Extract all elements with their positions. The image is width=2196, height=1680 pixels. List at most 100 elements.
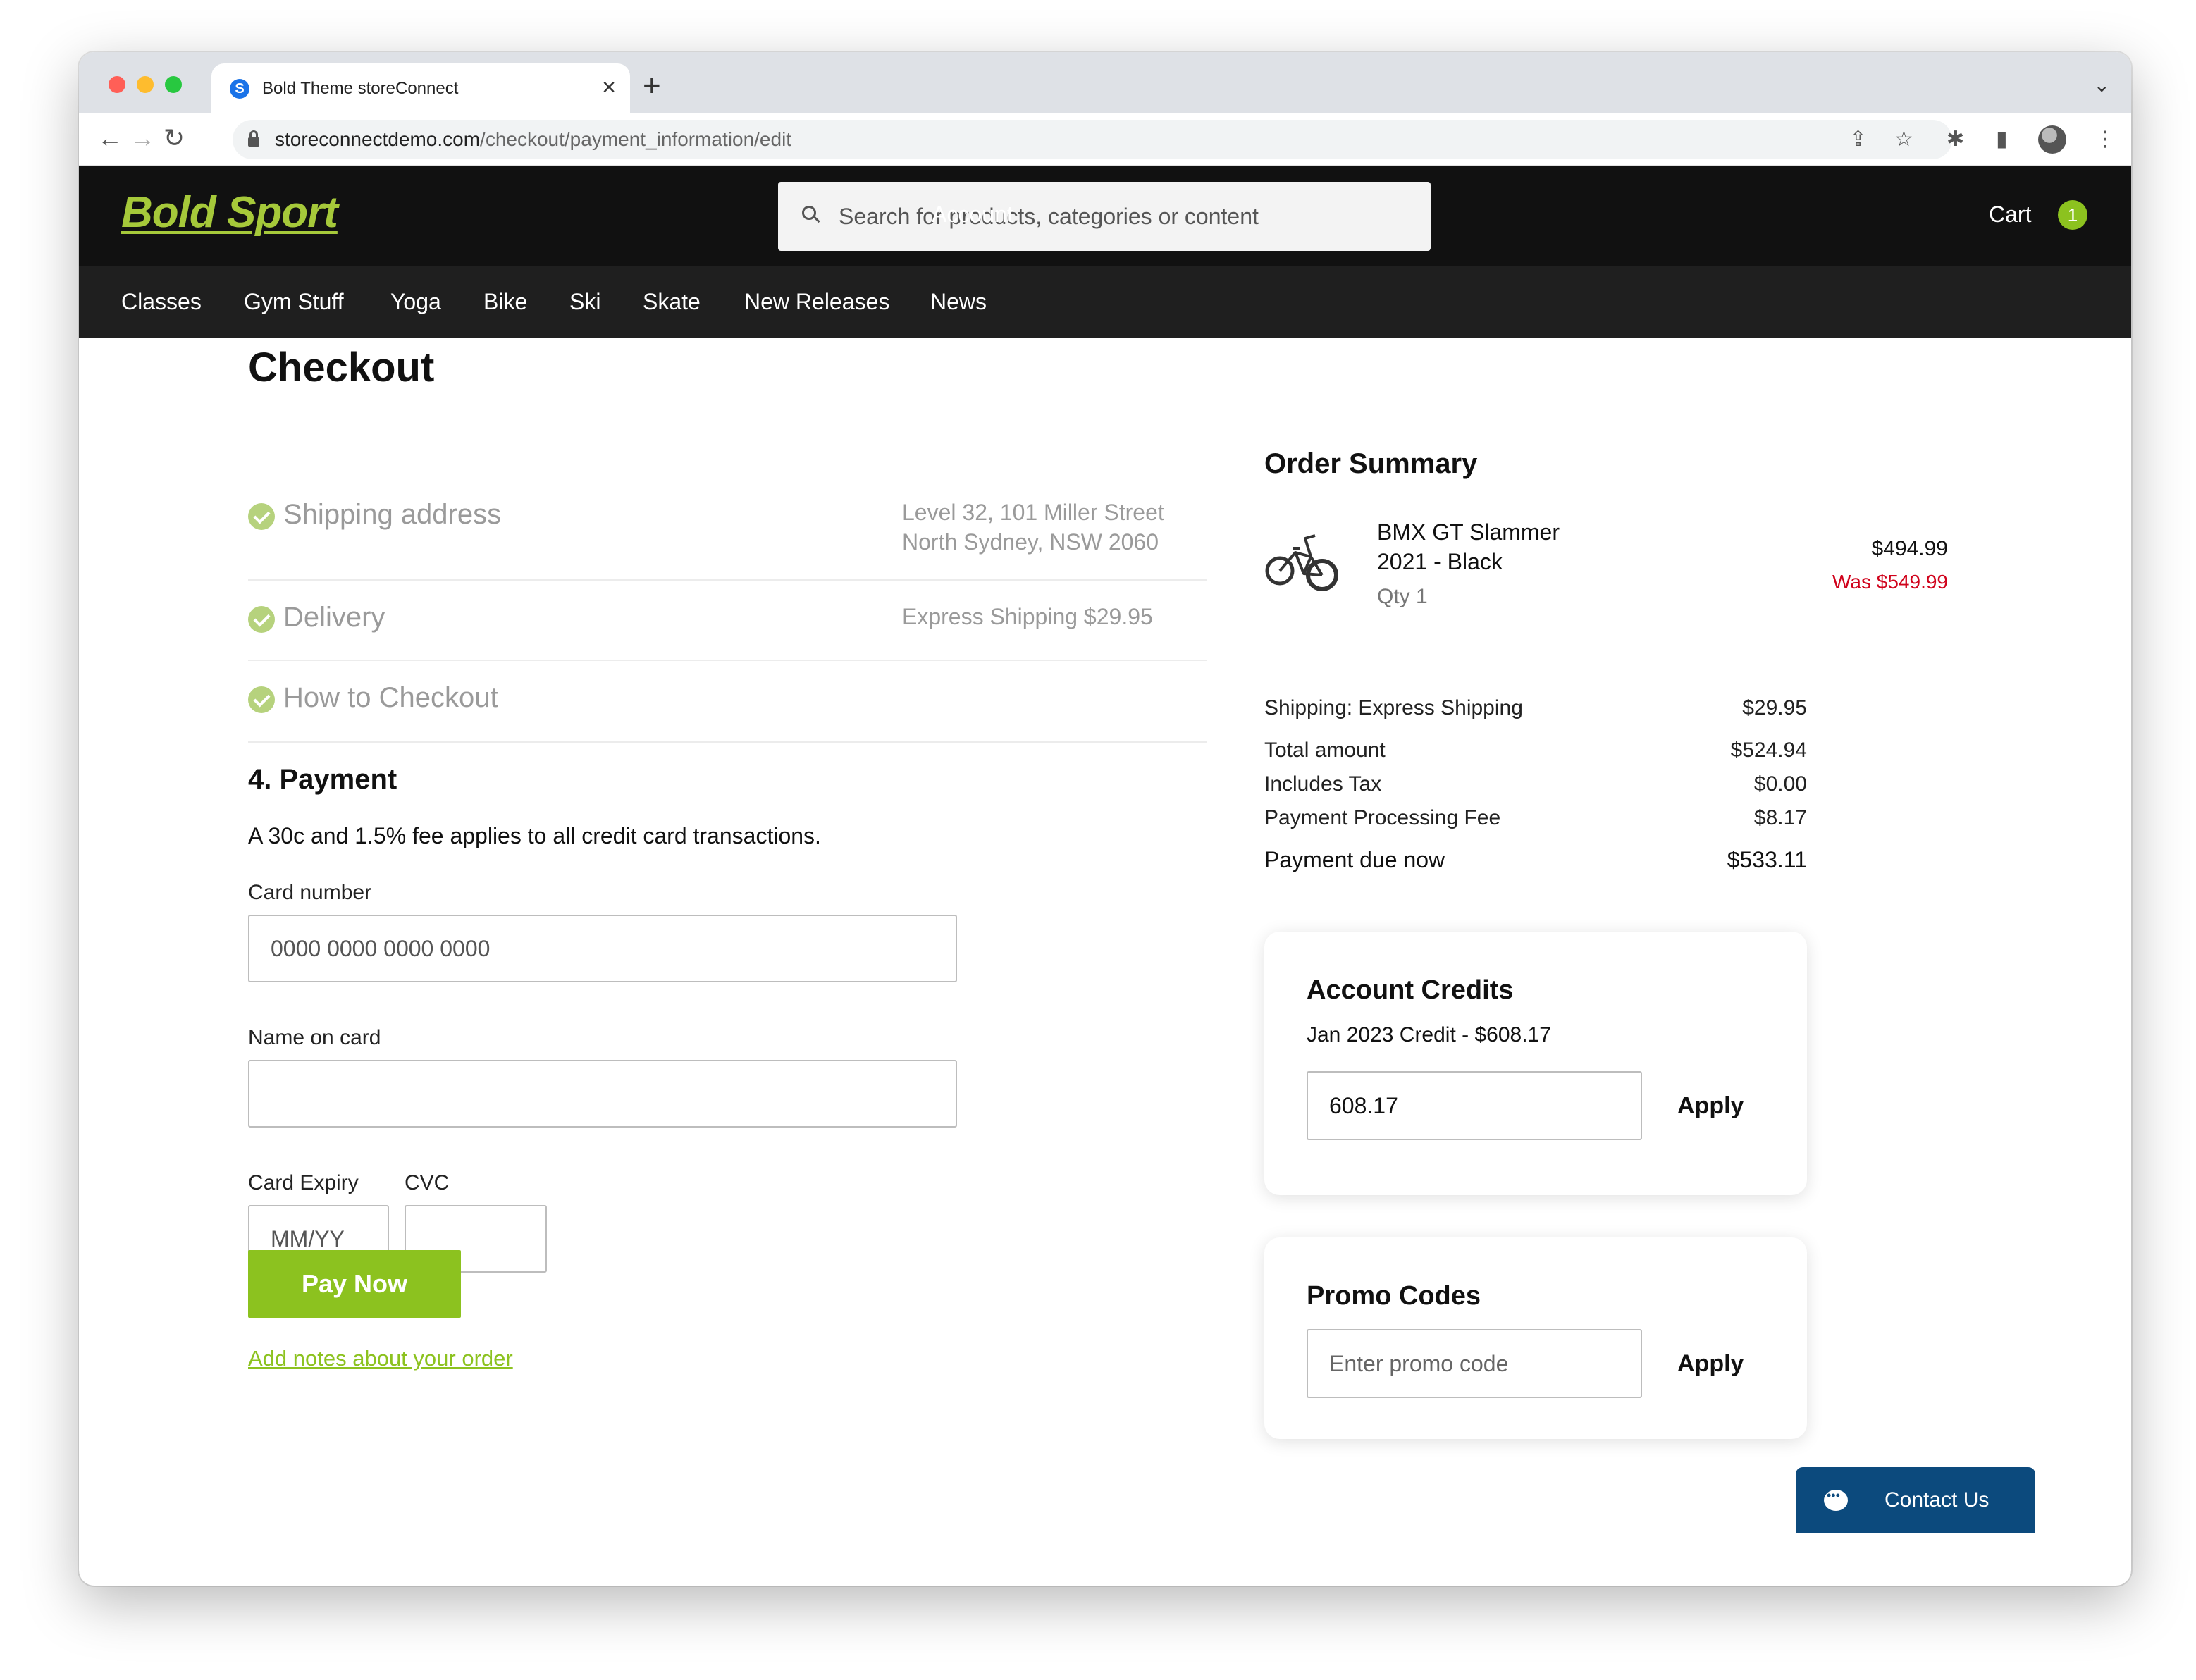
menu-icon[interactable]: ⋮ <box>2095 125 2116 154</box>
summary-row-processing-fee: Payment Processing Fee $8.17 <box>1264 806 1807 830</box>
step-title: Shipping address <box>283 499 502 530</box>
bmx-bike-image[interactable] <box>1264 521 1342 599</box>
address-bar[interactable]: storeconnectdemo.com/checkout/payment_in… <box>233 120 1952 159</box>
account-credits-title: Account Credits <box>1307 975 1514 1005</box>
name-on-card-label: Name on card <box>248 1026 381 1049</box>
bold-sport-logo[interactable]: Bold Sport <box>121 187 338 237</box>
account-credits-card: Account Credits Jan 2023 Credit - $608.1… <box>1264 932 1807 1195</box>
summary-label: Includes Tax <box>1264 772 1382 796</box>
new-tab-icon[interactable]: + <box>643 70 661 101</box>
storeconnect-favicon-icon: S <box>230 79 249 99</box>
pay-now-button[interactable]: Pay Now <box>248 1250 461 1318</box>
nav-item-yoga[interactable]: Yoga <box>390 289 441 315</box>
lock-icon[interactable] <box>248 130 259 147</box>
product-name-line-1: BMX GT Slammer <box>1377 519 1560 545</box>
address-line-1: Level 32, 101 Miller Street <box>902 500 1164 525</box>
tab-title: Bold Theme storeConnect <box>262 79 459 98</box>
extensions-icon[interactable]: ✱ <box>1947 125 1964 154</box>
payment-heading: 4. Payment <box>248 764 397 795</box>
product-was-price: Was $549.99 <box>1832 571 1948 593</box>
promo-codes-card: Promo Codes Apply <box>1264 1237 1807 1439</box>
summary-row-shipping: Shipping: Express Shipping $29.95 <box>1264 696 1807 720</box>
check-circle-icon <box>248 503 275 530</box>
site-header: Bold Sport Account Cart 1 <box>79 166 2131 266</box>
browser-tab[interactable]: S Bold Theme storeConnect × <box>211 63 630 114</box>
card-expiry-label: Card Expiry <box>248 1171 359 1194</box>
summary-row-due-now: Payment due now $533.11 <box>1264 847 1807 873</box>
nav-item-bike[interactable]: Bike <box>483 289 527 315</box>
summary-row-total: Total amount $524.94 <box>1264 739 1807 762</box>
step-shipping-address[interactable]: Shipping address Level 32, 101 Miller St… <box>248 493 1207 581</box>
close-tab-icon[interactable]: × <box>602 73 616 101</box>
add-notes-link[interactable]: Add notes about your order <box>248 1346 513 1371</box>
nav-item-skate[interactable]: Skate <box>643 289 701 315</box>
card-number-input[interactable] <box>248 915 957 982</box>
cart-link[interactable]: Cart <box>1989 202 2031 228</box>
summary-label: Shipping: Express Shipping <box>1264 696 1523 719</box>
search-box[interactable] <box>778 182 1431 251</box>
reload-icon[interactable]: ↻ <box>164 124 185 152</box>
fee-note: A 30c and 1.5% fee applies to all credit… <box>248 823 821 848</box>
product-name-line-2: 2021 - Black <box>1377 549 1503 574</box>
summary-row-tax: Includes Tax $0.00 <box>1264 772 1807 796</box>
step-title: Delivery <box>283 602 385 633</box>
nav-item-new-releases[interactable]: New Releases <box>744 289 889 315</box>
summary-value: $29.95 <box>1742 696 1807 719</box>
promo-code-input[interactable] <box>1307 1329 1642 1398</box>
close-window-button[interactable] <box>109 76 125 93</box>
nav-item-classes[interactable]: Classes <box>121 289 202 315</box>
step-delivery[interactable]: Delivery Express Shipping $29.95 <box>248 581 1207 661</box>
summary-value: $524.94 <box>1730 739 1807 762</box>
search-input[interactable] <box>839 199 1402 234</box>
browser-toolbar: ← → ↻ storeconnectdemo.com/checkout/paym… <box>79 113 2131 166</box>
credit-line: Jan 2023 Credit - $608.17 <box>1307 1023 1551 1046</box>
summary-label: Total amount <box>1264 739 1386 762</box>
apply-promo-button[interactable]: Apply <box>1677 1350 1744 1378</box>
url-text: storeconnectdemo.com/checkout/payment_in… <box>275 128 791 151</box>
summary-value: $533.11 <box>1727 847 1807 872</box>
nav-item-ski[interactable]: Ski <box>569 289 600 315</box>
check-circle-icon <box>248 606 275 633</box>
summary-label: Payment Processing Fee <box>1264 806 1501 829</box>
contact-us-button[interactable]: Contact Us <box>1796 1467 2035 1533</box>
promo-codes-title: Promo Codes <box>1307 1281 1481 1311</box>
search-icon <box>802 206 820 224</box>
name-on-card-input[interactable] <box>248 1060 957 1128</box>
delivery-detail: Express Shipping $29.95 <box>902 604 1153 629</box>
category-nav: Classes Gym Stuff Yoga Bike Ski Skate Ne… <box>79 266 2131 338</box>
step-title: How to Checkout <box>283 682 498 713</box>
check-circle-icon <box>248 686 275 713</box>
account-link[interactable]: Account <box>932 202 1013 228</box>
address-line-2: North Sydney, NSW 2060 <box>902 529 1159 555</box>
product-qty: Qty 1 <box>1377 585 1428 608</box>
share-icon[interactable]: ⇪ <box>1849 125 1867 154</box>
minimize-window-button[interactable] <box>137 76 154 93</box>
summary-value: $0.00 <box>1753 772 1807 796</box>
url-path: /checkout/payment_information/edit <box>480 128 792 150</box>
back-icon[interactable]: ← <box>97 124 123 152</box>
cart-count-badge: 1 <box>2058 200 2087 230</box>
summary-label: Payment due now <box>1264 847 1445 872</box>
cvc-label: CVC <box>405 1171 450 1194</box>
zoom-window-button[interactable] <box>165 76 182 93</box>
browser-titlebar: S Bold Theme storeConnect × + ⌄ <box>79 52 2131 114</box>
order-summary-title: Order Summary <box>1264 448 1478 479</box>
star-icon[interactable]: ☆ <box>1894 125 1913 154</box>
sidebar-icon[interactable]: ▮ <box>1996 125 2008 154</box>
product-price: $494.99 <box>1871 537 1948 560</box>
summary-value: $8.17 <box>1753 806 1807 829</box>
step-how-to-checkout[interactable]: How to Checkout <box>248 661 1207 743</box>
credit-amount-input[interactable] <box>1307 1071 1642 1140</box>
nav-item-gym-stuff[interactable]: Gym Stuff <box>244 289 344 315</box>
profile-avatar[interactable] <box>2038 125 2066 154</box>
contact-us-label: Contact Us <box>1885 1488 1990 1512</box>
shipping-address-detail: Level 32, 101 Miller Street North Sydney… <box>902 498 1164 557</box>
forward-icon[interactable]: → <box>130 124 155 152</box>
product-name[interactable]: BMX GT Slammer 2021 - Black <box>1377 517 1560 576</box>
apply-credit-button[interactable]: Apply <box>1677 1092 1744 1120</box>
page-title: Checkout <box>248 345 435 390</box>
nav-item-news[interactable]: News <box>930 289 987 315</box>
card-number-label: Card number <box>248 881 372 904</box>
chevron-down-icon[interactable]: ⌄ <box>2094 73 2110 97</box>
chat-icon <box>1824 1488 1848 1511</box>
